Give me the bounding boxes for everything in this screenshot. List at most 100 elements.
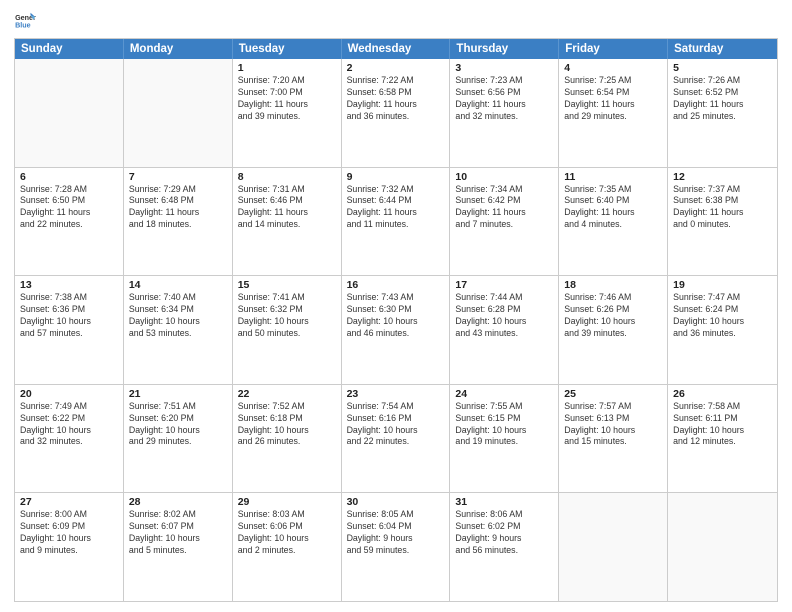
day-number: 27: [20, 496, 118, 508]
day-cell-25: 25Sunrise: 7:57 AM Sunset: 6:13 PM Dayli…: [559, 385, 668, 493]
weekday-header-friday: Friday: [559, 39, 668, 59]
day-number: 7: [129, 171, 227, 183]
day-info: Sunrise: 7:22 AM Sunset: 6:58 PM Dayligh…: [347, 75, 445, 123]
day-cell-23: 23Sunrise: 7:54 AM Sunset: 6:16 PM Dayli…: [342, 385, 451, 493]
day-cell-6: 6Sunrise: 7:28 AM Sunset: 6:50 PM Daylig…: [15, 168, 124, 276]
day-cell-30: 30Sunrise: 8:05 AM Sunset: 6:04 PM Dayli…: [342, 493, 451, 601]
day-number: 23: [347, 388, 445, 400]
day-number: 22: [238, 388, 336, 400]
day-info: Sunrise: 7:58 AM Sunset: 6:11 PM Dayligh…: [673, 401, 772, 449]
day-info: Sunrise: 7:52 AM Sunset: 6:18 PM Dayligh…: [238, 401, 336, 449]
day-number: 21: [129, 388, 227, 400]
day-info: Sunrise: 7:38 AM Sunset: 6:36 PM Dayligh…: [20, 292, 118, 340]
day-number: 8: [238, 171, 336, 183]
day-info: Sunrise: 8:05 AM Sunset: 6:04 PM Dayligh…: [347, 509, 445, 557]
day-info: Sunrise: 7:20 AM Sunset: 7:00 PM Dayligh…: [238, 75, 336, 123]
day-cell-3: 3Sunrise: 7:23 AM Sunset: 6:56 PM Daylig…: [450, 59, 559, 167]
day-cell-1: 1Sunrise: 7:20 AM Sunset: 7:00 PM Daylig…: [233, 59, 342, 167]
day-number: 12: [673, 171, 772, 183]
empty-cell: [668, 493, 777, 601]
day-number: 5: [673, 62, 772, 74]
day-number: 24: [455, 388, 553, 400]
day-number: 29: [238, 496, 336, 508]
day-number: 18: [564, 279, 662, 291]
weekday-header-monday: Monday: [124, 39, 233, 59]
day-info: Sunrise: 8:03 AM Sunset: 6:06 PM Dayligh…: [238, 509, 336, 557]
day-number: 2: [347, 62, 445, 74]
day-cell-19: 19Sunrise: 7:47 AM Sunset: 6:24 PM Dayli…: [668, 276, 777, 384]
day-info: Sunrise: 7:49 AM Sunset: 6:22 PM Dayligh…: [20, 401, 118, 449]
day-cell-24: 24Sunrise: 7:55 AM Sunset: 6:15 PM Dayli…: [450, 385, 559, 493]
day-info: Sunrise: 7:40 AM Sunset: 6:34 PM Dayligh…: [129, 292, 227, 340]
day-info: Sunrise: 7:44 AM Sunset: 6:28 PM Dayligh…: [455, 292, 553, 340]
day-number: 28: [129, 496, 227, 508]
day-cell-26: 26Sunrise: 7:58 AM Sunset: 6:11 PM Dayli…: [668, 385, 777, 493]
day-info: Sunrise: 7:26 AM Sunset: 6:52 PM Dayligh…: [673, 75, 772, 123]
day-info: Sunrise: 7:37 AM Sunset: 6:38 PM Dayligh…: [673, 184, 772, 232]
empty-cell: [124, 59, 233, 167]
day-number: 10: [455, 171, 553, 183]
svg-text:Blue: Blue: [15, 22, 31, 30]
day-cell-10: 10Sunrise: 7:34 AM Sunset: 6:42 PM Dayli…: [450, 168, 559, 276]
weekday-header-saturday: Saturday: [668, 39, 777, 59]
day-info: Sunrise: 7:47 AM Sunset: 6:24 PM Dayligh…: [673, 292, 772, 340]
weekday-header-sunday: Sunday: [15, 39, 124, 59]
calendar-row-3: 13Sunrise: 7:38 AM Sunset: 6:36 PM Dayli…: [15, 275, 777, 384]
day-info: Sunrise: 7:25 AM Sunset: 6:54 PM Dayligh…: [564, 75, 662, 123]
day-info: Sunrise: 7:46 AM Sunset: 6:26 PM Dayligh…: [564, 292, 662, 340]
day-number: 6: [20, 171, 118, 183]
logo-icon: General Blue: [14, 10, 36, 32]
empty-cell: [559, 493, 668, 601]
day-info: Sunrise: 8:00 AM Sunset: 6:09 PM Dayligh…: [20, 509, 118, 557]
empty-cell: [15, 59, 124, 167]
day-cell-21: 21Sunrise: 7:51 AM Sunset: 6:20 PM Dayli…: [124, 385, 233, 493]
weekday-header-tuesday: Tuesday: [233, 39, 342, 59]
day-cell-12: 12Sunrise: 7:37 AM Sunset: 6:38 PM Dayli…: [668, 168, 777, 276]
day-number: 3: [455, 62, 553, 74]
day-number: 11: [564, 171, 662, 183]
page-header: General Blue: [14, 10, 778, 32]
logo: General Blue: [14, 10, 28, 32]
day-number: 30: [347, 496, 445, 508]
day-info: Sunrise: 7:51 AM Sunset: 6:20 PM Dayligh…: [129, 401, 227, 449]
day-number: 16: [347, 279, 445, 291]
day-cell-20: 20Sunrise: 7:49 AM Sunset: 6:22 PM Dayli…: [15, 385, 124, 493]
day-cell-11: 11Sunrise: 7:35 AM Sunset: 6:40 PM Dayli…: [559, 168, 668, 276]
calendar-header: SundayMondayTuesdayWednesdayThursdayFrid…: [15, 39, 777, 59]
day-cell-16: 16Sunrise: 7:43 AM Sunset: 6:30 PM Dayli…: [342, 276, 451, 384]
calendar: SundayMondayTuesdayWednesdayThursdayFrid…: [14, 38, 778, 602]
day-cell-28: 28Sunrise: 8:02 AM Sunset: 6:07 PM Dayli…: [124, 493, 233, 601]
day-cell-4: 4Sunrise: 7:25 AM Sunset: 6:54 PM Daylig…: [559, 59, 668, 167]
day-cell-7: 7Sunrise: 7:29 AM Sunset: 6:48 PM Daylig…: [124, 168, 233, 276]
calendar-row-2: 6Sunrise: 7:28 AM Sunset: 6:50 PM Daylig…: [15, 167, 777, 276]
day-cell-22: 22Sunrise: 7:52 AM Sunset: 6:18 PM Dayli…: [233, 385, 342, 493]
day-cell-14: 14Sunrise: 7:40 AM Sunset: 6:34 PM Dayli…: [124, 276, 233, 384]
day-cell-31: 31Sunrise: 8:06 AM Sunset: 6:02 PM Dayli…: [450, 493, 559, 601]
day-info: Sunrise: 7:23 AM Sunset: 6:56 PM Dayligh…: [455, 75, 553, 123]
day-number: 4: [564, 62, 662, 74]
weekday-header-thursday: Thursday: [450, 39, 559, 59]
calendar-row-5: 27Sunrise: 8:00 AM Sunset: 6:09 PM Dayli…: [15, 492, 777, 601]
day-info: Sunrise: 7:54 AM Sunset: 6:16 PM Dayligh…: [347, 401, 445, 449]
day-info: Sunrise: 7:28 AM Sunset: 6:50 PM Dayligh…: [20, 184, 118, 232]
day-number: 31: [455, 496, 553, 508]
day-info: Sunrise: 7:34 AM Sunset: 6:42 PM Dayligh…: [455, 184, 553, 232]
day-number: 26: [673, 388, 772, 400]
day-info: Sunrise: 8:02 AM Sunset: 6:07 PM Dayligh…: [129, 509, 227, 557]
day-cell-27: 27Sunrise: 8:00 AM Sunset: 6:09 PM Dayli…: [15, 493, 124, 601]
day-cell-13: 13Sunrise: 7:38 AM Sunset: 6:36 PM Dayli…: [15, 276, 124, 384]
day-number: 9: [347, 171, 445, 183]
day-info: Sunrise: 7:29 AM Sunset: 6:48 PM Dayligh…: [129, 184, 227, 232]
day-info: Sunrise: 7:57 AM Sunset: 6:13 PM Dayligh…: [564, 401, 662, 449]
weekday-header-wednesday: Wednesday: [342, 39, 451, 59]
day-cell-9: 9Sunrise: 7:32 AM Sunset: 6:44 PM Daylig…: [342, 168, 451, 276]
day-info: Sunrise: 7:41 AM Sunset: 6:32 PM Dayligh…: [238, 292, 336, 340]
day-number: 17: [455, 279, 553, 291]
day-cell-2: 2Sunrise: 7:22 AM Sunset: 6:58 PM Daylig…: [342, 59, 451, 167]
day-number: 1: [238, 62, 336, 74]
day-cell-8: 8Sunrise: 7:31 AM Sunset: 6:46 PM Daylig…: [233, 168, 342, 276]
calendar-body: 1Sunrise: 7:20 AM Sunset: 7:00 PM Daylig…: [15, 59, 777, 601]
day-number: 19: [673, 279, 772, 291]
day-number: 20: [20, 388, 118, 400]
day-info: Sunrise: 8:06 AM Sunset: 6:02 PM Dayligh…: [455, 509, 553, 557]
